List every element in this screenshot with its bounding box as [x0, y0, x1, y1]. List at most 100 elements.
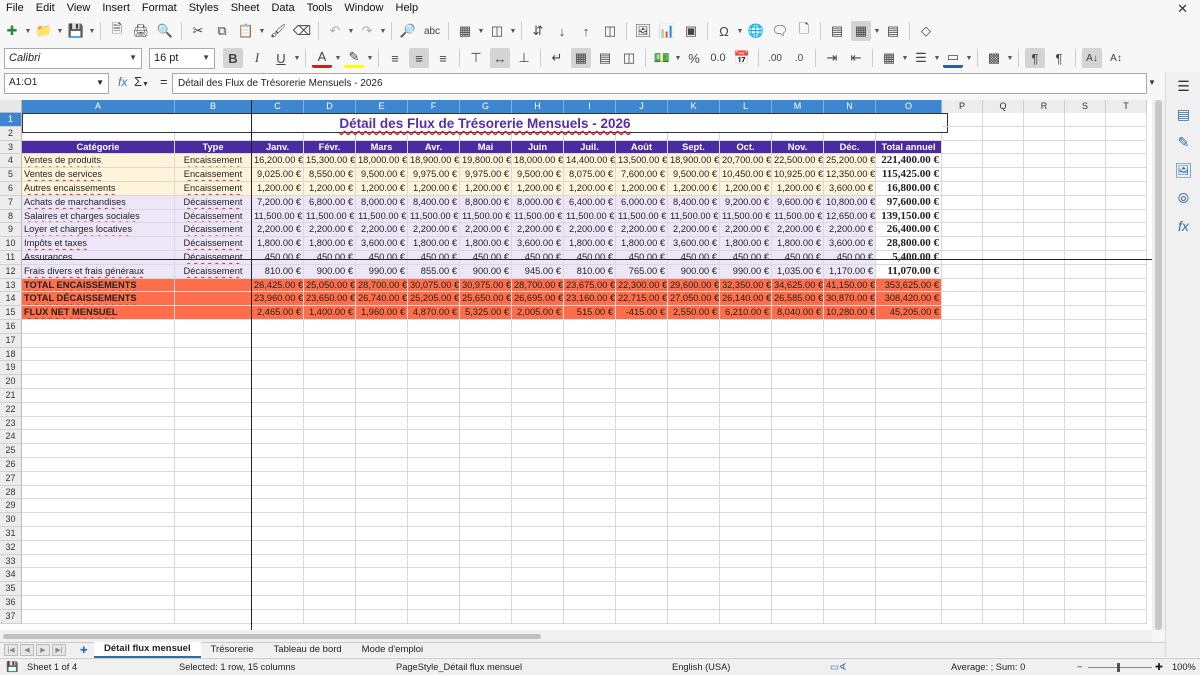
insert-chart-icon[interactable]: 📊 [657, 21, 677, 41]
empty-cell[interactable] [408, 609, 460, 624]
empty-cell[interactable] [304, 609, 356, 624]
merge-center-icon[interactable]: ▦ [571, 48, 591, 68]
empty-cell[interactable] [720, 416, 772, 431]
empty-cell[interactable] [942, 389, 983, 403]
empty-cell[interactable] [1106, 154, 1147, 169]
column-title-cell[interactable]: Juil. [564, 140, 616, 155]
empty-cell[interactable] [668, 540, 720, 555]
empty-cell[interactable] [1065, 416, 1106, 431]
empty-cell[interactable] [460, 582, 512, 596]
annual-total-cell[interactable]: 11,070.00 € [876, 264, 942, 279]
empty-cell[interactable] [1024, 609, 1065, 624]
zoom-slider-handle[interactable] [1117, 663, 1120, 672]
type-cell[interactable]: Encaissement [175, 168, 252, 182]
empty-cell[interactable] [175, 513, 252, 527]
empty-cell[interactable] [1024, 471, 1065, 486]
empty-cell[interactable] [942, 402, 983, 417]
empty-cell[interactable] [356, 458, 408, 472]
empty-cell[interactable] [1065, 237, 1106, 251]
value-cell[interactable]: 2,200.00 € [460, 223, 512, 238]
value-cell[interactable]: 2,200.00 € [304, 223, 356, 238]
empty-cell[interactable] [356, 582, 408, 596]
total-value-cell[interactable]: 6,210.00 € [720, 306, 772, 320]
row-header-25[interactable]: 25 [0, 444, 22, 458]
empty-cell[interactable] [772, 554, 824, 569]
total-value-cell[interactable]: 26,425.00 € [252, 278, 304, 293]
column-header-a[interactable]: A [22, 100, 175, 113]
empty-cell[interactable] [175, 568, 252, 583]
row-header-34[interactable]: 34 [0, 568, 22, 583]
menu-tools[interactable]: Tools [301, 0, 339, 17]
empty-cell[interactable] [824, 485, 876, 500]
empty-cell[interactable] [408, 389, 460, 403]
total-value-cell[interactable]: 25,050.00 € [304, 278, 356, 293]
empty-cell[interactable] [175, 527, 252, 541]
empty-cell[interactable] [876, 402, 942, 417]
column-title-cell[interactable]: Févr. [304, 140, 356, 155]
value-cell[interactable]: 1,800.00 € [564, 237, 616, 251]
empty-cell[interactable] [564, 402, 616, 417]
type-cell[interactable]: Décaissement [175, 223, 252, 238]
currency-format-icon[interactable]: 💵 [652, 48, 672, 68]
empty-cell[interactable] [1024, 485, 1065, 500]
currency-dropdown-icon[interactable]: ▼ [674, 55, 682, 62]
empty-cell[interactable] [876, 596, 942, 610]
empty-cell[interactable] [22, 568, 175, 583]
empty-cell[interactable] [252, 347, 304, 362]
empty-cell[interactable] [22, 609, 175, 624]
value-cell[interactable]: 2,200.00 € [564, 223, 616, 238]
empty-cell[interactable] [512, 333, 564, 348]
empty-cell[interactable] [824, 568, 876, 583]
value-cell[interactable]: 22,500.00 € [772, 154, 824, 169]
spelling-icon[interactable]: abc [422, 21, 442, 41]
empty-cell[interactable] [720, 430, 772, 445]
empty-cell[interactable] [564, 582, 616, 596]
value-cell[interactable]: 1,800.00 € [408, 237, 460, 251]
empty-cell[interactable] [616, 471, 668, 486]
row-dropdown-icon[interactable]: ▼ [477, 28, 485, 35]
empty-cell[interactable] [564, 430, 616, 445]
value-cell[interactable]: 8,800.00 € [460, 195, 512, 210]
empty-cell[interactable] [1065, 554, 1106, 569]
value-cell[interactable]: 450.00 € [512, 251, 564, 265]
empty-cell[interactable] [460, 389, 512, 403]
empty-cell[interactable] [460, 527, 512, 541]
empty-cell[interactable] [252, 568, 304, 583]
empty-cell[interactable] [772, 444, 824, 458]
empty-cell[interactable] [1065, 540, 1106, 555]
gallery-icon[interactable]: 🖼 [1166, 156, 1200, 184]
empty-cell[interactable] [942, 182, 983, 196]
empty-cell[interactable] [408, 458, 460, 472]
empty-cell[interactable] [564, 554, 616, 569]
empty-cell[interactable] [304, 582, 356, 596]
empty-cell[interactable] [983, 375, 1024, 389]
column-title-cell[interactable]: Oct. [720, 140, 772, 155]
empty-cell[interactable] [1024, 264, 1065, 279]
total-value-cell[interactable]: 25,205.00 € [408, 292, 460, 307]
empty-cell[interactable] [616, 444, 668, 458]
column-title-cell[interactable]: Avr. [408, 140, 460, 155]
empty-cell[interactable] [408, 513, 460, 527]
value-cell[interactable]: 12,650.00 € [824, 209, 876, 224]
empty-cell[interactable] [876, 582, 942, 596]
value-cell[interactable]: 9,500.00 € [512, 168, 564, 182]
value-cell[interactable]: 1,200.00 € [460, 182, 512, 196]
value-cell[interactable]: 6,000.00 € [616, 195, 668, 210]
print-icon[interactable]: 🖨 [131, 21, 151, 41]
empty-cell[interactable] [1024, 402, 1065, 417]
empty-cell[interactable] [824, 320, 876, 334]
empty-cell[interactable] [983, 361, 1024, 376]
new-dropdown-icon[interactable]: ▼ [24, 28, 32, 35]
empty-cell[interactable] [983, 251, 1024, 265]
empty-cell[interactable] [668, 458, 720, 472]
empty-cell[interactable] [22, 347, 175, 362]
empty-cell[interactable] [1106, 416, 1147, 431]
empty-cell[interactable] [564, 347, 616, 362]
empty-cell[interactable] [1106, 126, 1147, 141]
empty-cell[interactable] [1065, 347, 1106, 362]
vertical-scrollbar[interactable] [1152, 100, 1165, 630]
total-value-cell[interactable]: 23,960.00 € [252, 292, 304, 307]
empty-cell[interactable] [720, 609, 772, 624]
empty-cell[interactable] [616, 582, 668, 596]
empty-cell[interactable] [1106, 195, 1147, 210]
